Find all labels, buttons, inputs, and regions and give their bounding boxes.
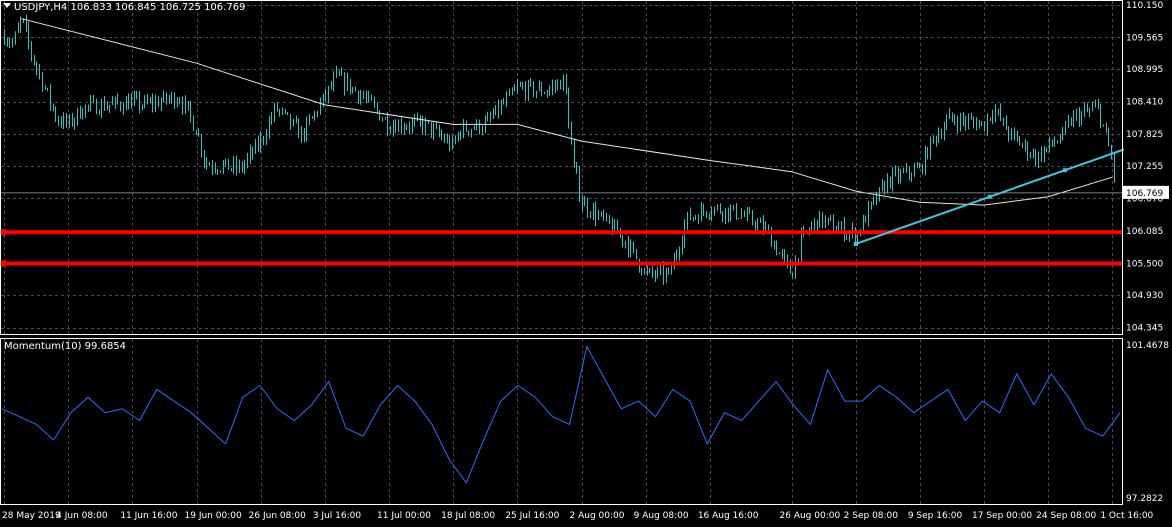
time-tick-16: 24 Sep 08:00 — [1036, 511, 1096, 521]
time-tick-0: 28 May 2019 — [2, 511, 61, 521]
price-header: USDJPY,H4 106.833 106.845 106.725 106.76… — [14, 2, 245, 13]
momentum-header: Momentum(10) 99.6854 — [4, 341, 126, 352]
time-tick-2: 11 Jun 16:00 — [120, 511, 177, 521]
price-tick-2: 108.995 — [1126, 65, 1163, 75]
time-tick-6: 11 Jul 00:00 — [377, 511, 431, 521]
time-tick-4: 26 Jun 08:00 — [249, 511, 306, 521]
trendline-anchor-0 — [853, 241, 858, 246]
time-tick-15: 17 Sep 00:00 — [972, 511, 1032, 521]
time-tick-13: 2 Sep 08:00 — [844, 511, 899, 521]
time-tick-12: 26 Aug 00:00 — [780, 511, 841, 521]
price-tick-8: 105.500 — [1126, 259, 1163, 269]
svg-text:106.769: 106.769 — [1126, 189, 1163, 199]
price-tick-7: 106.085 — [1126, 227, 1163, 237]
time-tick-3: 19 Jun 00:00 — [185, 511, 242, 521]
time-tick-10: 9 Aug 08:00 — [634, 511, 689, 521]
time-tick-11: 16 Aug 16:00 — [698, 511, 759, 521]
trading-chart[interactable]: 110.150 109.565 108.995 108.410 107.825 107.2… — [0, 0, 1172, 527]
price-tick-5: 107.255 — [1126, 162, 1163, 172]
time-tick-14: 9 Sep 16:00 — [908, 511, 963, 521]
trendline-anchor-2 — [1062, 168, 1067, 173]
time-axis: 28 May 20194 Jun 08:00 11 Jun 16:00 19 Jun… — [2, 511, 1154, 521]
price-tick-4: 107.825 — [1126, 130, 1163, 140]
price-tick-1: 109.565 — [1126, 33, 1163, 43]
momentum-tick-0: 101.4678 — [1126, 341, 1169, 351]
time-tick-17: 1 Oct 16:00 — [1100, 511, 1153, 521]
time-tick-1: 4 Jun 08:00 — [56, 511, 108, 521]
time-tick-7: 18 Jul 08:00 — [441, 511, 495, 521]
current-price-label: 106.769 — [1123, 185, 1169, 199]
price-tick-3: 108.410 — [1126, 98, 1163, 108]
trendline-anchor-1 — [987, 194, 992, 199]
time-tick-8: 25 Jul 16:00 — [505, 511, 559, 521]
momentum-tick-1: 97.2822 — [1126, 494, 1163, 504]
time-tick-5: 3 Jul 16:00 — [313, 511, 362, 521]
price-tick-0: 110.150 — [1126, 1, 1163, 11]
price-tick-9: 104.930 — [1126, 291, 1163, 301]
price-tick-10: 104.345 — [1126, 324, 1163, 334]
time-tick-9: 2 Aug 00:00 — [570, 511, 625, 521]
